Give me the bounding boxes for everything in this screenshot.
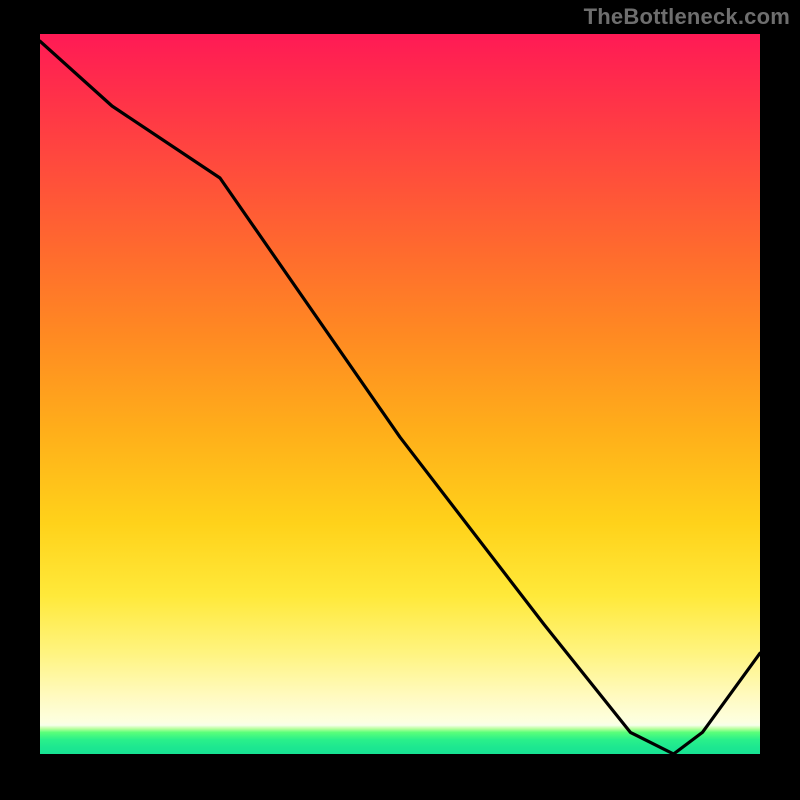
- x-axis-line: [36, 754, 764, 758]
- plot-area: [40, 34, 760, 754]
- y-axis-line: [36, 30, 40, 758]
- right-border: [760, 30, 764, 758]
- watermark-text: TheBottleneck.com: [584, 4, 790, 30]
- top-border: [36, 30, 764, 34]
- chart-frame: TheBottleneck.com: [0, 0, 800, 800]
